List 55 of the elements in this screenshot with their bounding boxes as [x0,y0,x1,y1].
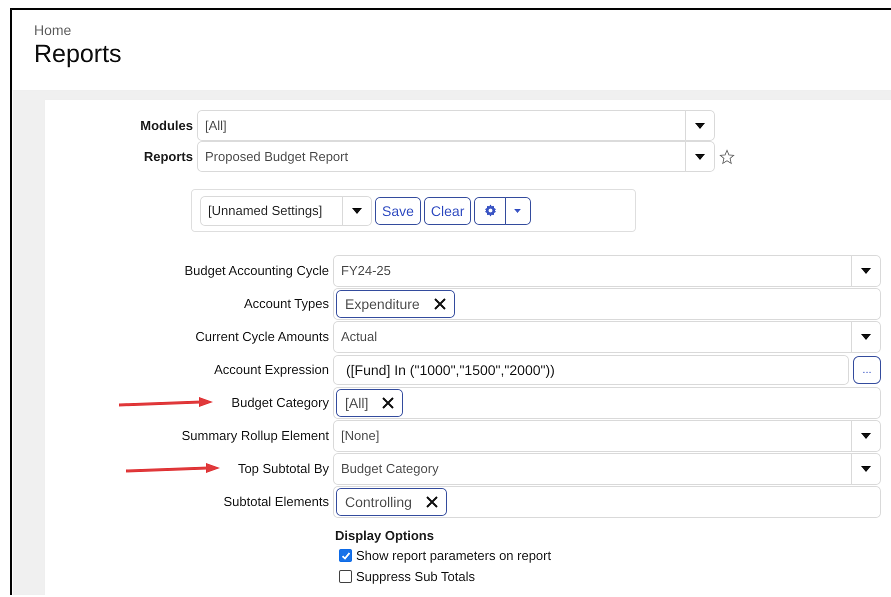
settings-button[interactable]: Save [375,196,421,224]
caret-icon [514,208,522,212]
select-value: [None] [340,428,380,443]
field-label: Top Subtotal By [238,461,329,476]
remove-icon[interactable] [382,396,394,408]
gear-dropdown-button[interactable] [474,196,532,224]
select-field[interactable]: FY24-25 [333,254,881,286]
select-field[interactable]: Actual [333,320,881,352]
select-field[interactable]: Budget Category [333,452,881,484]
checkbox-label: Show report parameters on report [356,548,552,563]
select-value: FY24-25 [340,263,392,278]
remove-icon[interactable] [426,496,438,508]
field-label: Budget Accounting Cycle [184,263,329,278]
field-label: Subtotal Elements [223,494,329,509]
tag-field[interactable]: Expenditure [333,288,881,320]
field-label: Modules [139,118,194,133]
star-icon[interactable] [719,148,735,164]
tag-label: Expenditure [345,296,420,312]
select-value: [Unnamed Settings] [207,203,324,218]
select-field[interactable]: [None] [333,420,881,452]
checkbox-label: Suppress Sub Totals [356,569,475,584]
tag-label: [All] [345,394,368,410]
select-field[interactable]: [All] [197,110,715,141]
field-label: Current Cycle Amounts [195,329,329,344]
select-field[interactable]: Proposed Budget Report [197,141,715,172]
caret-icon [861,432,871,438]
field-label: Reports [142,149,194,164]
caret-icon [352,208,362,214]
settings-button[interactable]: Clear [424,196,472,224]
select-value: Proposed Budget Report [204,149,350,164]
settings-select[interactable]: [Unnamed Settings] [200,196,372,226]
field-label: Summary Rollup Element [182,428,329,443]
caret-icon [861,466,871,472]
checkbox[interactable] [339,549,352,562]
field-label: Account Types [244,296,329,311]
remove-icon[interactable] [434,298,446,310]
caret-icon [695,122,705,128]
select-value: Budget Category [340,461,440,476]
breadcrumb[interactable]: Home [34,22,869,38]
caret-icon [695,154,705,160]
field-label: Account Expression [214,362,329,377]
caret-icon [861,334,871,340]
field-label: Budget Category [231,395,329,410]
section-title: Display Options [335,528,435,543]
checkbox[interactable] [339,570,352,583]
expression-button[interactable]: ... [853,356,881,384]
gear-icon [484,204,498,217]
tag-field[interactable]: [All] [333,386,881,418]
tag-label: Controlling [345,494,412,510]
select-value: Actual [340,329,378,344]
tag-field[interactable]: Controlling [333,486,881,518]
expression-field[interactable]: ([Fund] In ("1000","1500","2000")) [333,354,849,384]
page-title: Reports [34,40,123,69]
select-value: [All] [204,118,228,133]
caret-icon [861,268,871,274]
